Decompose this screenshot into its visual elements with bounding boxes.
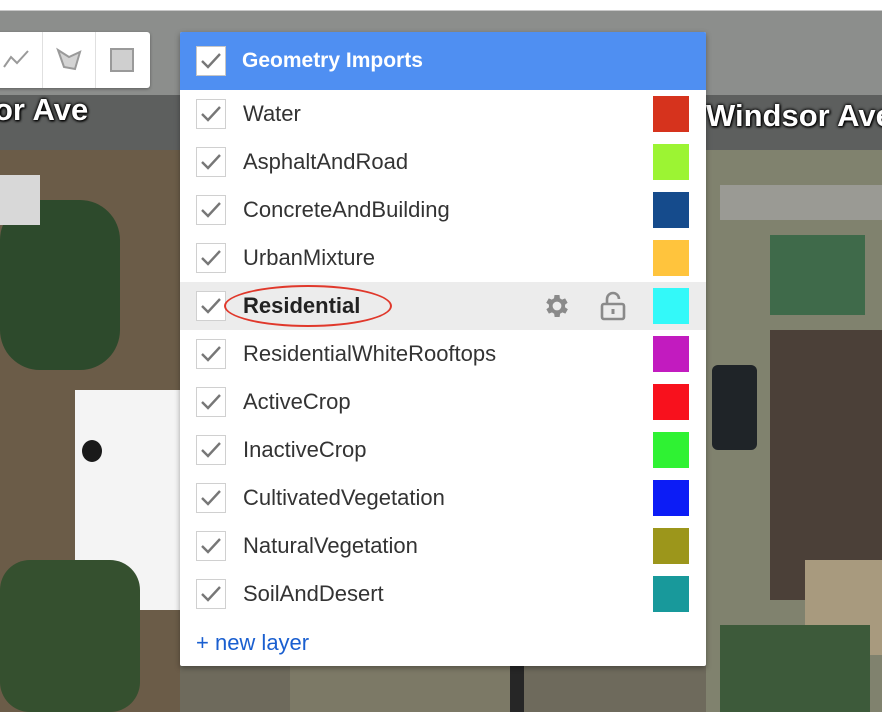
layer-row[interactable]: CultivatedVegetation — [180, 474, 706, 522]
polygon-icon — [56, 47, 82, 71]
layer-row[interactable]: Water — [180, 90, 706, 138]
layer-name[interactable]: CultivatedVegetation — [243, 485, 706, 511]
layer-row[interactable]: Residential — [180, 282, 706, 330]
layer-color-swatch[interactable] — [653, 576, 689, 612]
layer-row[interactable]: ConcreteAndBuilding — [180, 186, 706, 234]
layer-checkbox[interactable] — [196, 483, 226, 513]
layer-color-swatch[interactable] — [653, 336, 689, 372]
layer-name[interactable]: ActiveCrop — [243, 389, 706, 415]
layer-name[interactable]: NaturalVegetation — [243, 533, 706, 559]
layer-color-swatch[interactable] — [653, 288, 689, 324]
layer-name[interactable]: ConcreteAndBuilding — [243, 197, 706, 223]
layer-color-swatch[interactable] — [653, 432, 689, 468]
street-label-left: or Ave — [0, 92, 89, 127]
layer-color-swatch[interactable] — [653, 192, 689, 228]
checkmark-icon — [201, 154, 221, 170]
layer-checkbox[interactable] — [196, 147, 226, 177]
layer-color-swatch[interactable] — [653, 96, 689, 132]
layer-checkbox[interactable] — [196, 435, 226, 465]
drawing-toolbar — [0, 32, 150, 88]
layer-checkbox[interactable] — [196, 99, 226, 129]
top-bar — [0, 0, 882, 11]
layer-name[interactable]: SoilAndDesert — [243, 581, 706, 607]
layer-color-swatch[interactable] — [653, 144, 689, 180]
layer-row[interactable]: NaturalVegetation — [180, 522, 706, 570]
line-tool[interactable] — [0, 32, 42, 88]
checkmark-icon — [201, 394, 221, 410]
layer-name[interactable]: UrbanMixture — [243, 245, 706, 271]
select-all-checkbox[interactable] — [196, 46, 226, 76]
checkmark-icon — [201, 586, 221, 602]
layer-color-swatch[interactable] — [653, 384, 689, 420]
rectangle-icon — [110, 48, 134, 72]
layer-row[interactable]: SoilAndDesert — [180, 570, 706, 618]
layer-checkbox[interactable] — [196, 387, 226, 417]
street-label-right: Windsor Ave — [706, 98, 882, 133]
geometry-imports-panel: Geometry Imports Water AsphaltAndRoad Conc… — [180, 32, 706, 666]
layer-checkbox[interactable] — [196, 579, 226, 609]
layer-row[interactable]: UrbanMixture — [180, 234, 706, 282]
layer-checkbox[interactable] — [196, 243, 226, 273]
layer-name[interactable]: Water — [243, 101, 706, 127]
layer-list: Water AsphaltAndRoad ConcreteAndBuilding Ur… — [180, 90, 706, 618]
layer-checkbox[interactable] — [196, 195, 226, 225]
layer-name[interactable]: InactiveCrop — [243, 437, 706, 463]
checkmark-icon — [201, 298, 221, 314]
panel-title: Geometry Imports — [242, 49, 423, 72]
checkmark-icon — [201, 442, 221, 458]
highlight-annotation — [224, 285, 392, 327]
checkmark-icon — [201, 202, 221, 218]
checkmark-icon — [201, 346, 221, 362]
layer-name[interactable]: ResidentialWhiteRooftops — [243, 341, 706, 367]
checkmark-icon — [201, 538, 221, 554]
layer-color-swatch[interactable] — [653, 480, 689, 516]
layer-checkbox[interactable] — [196, 291, 226, 321]
layer-row[interactable]: ActiveCrop — [180, 378, 706, 426]
new-layer-link[interactable]: + new layer — [180, 618, 706, 666]
polyline-icon — [3, 50, 29, 68]
layer-row[interactable]: InactiveCrop — [180, 426, 706, 474]
layer-checkbox[interactable] — [196, 339, 226, 369]
layer-row[interactable]: ResidentialWhiteRooftops — [180, 330, 706, 378]
checkmark-icon — [201, 490, 221, 506]
rectangle-tool[interactable] — [95, 32, 148, 88]
checkmark-icon — [201, 53, 221, 69]
polygon-tool[interactable] — [42, 32, 95, 88]
layer-checkbox[interactable] — [196, 531, 226, 561]
checkmark-icon — [201, 250, 221, 266]
layer-name[interactable]: AsphaltAndRoad — [243, 149, 706, 175]
unlock-icon[interactable] — [598, 291, 628, 321]
panel-header: Geometry Imports — [180, 32, 706, 90]
layer-color-swatch[interactable] — [653, 528, 689, 564]
layer-color-swatch[interactable] — [653, 240, 689, 276]
checkmark-icon — [201, 106, 221, 122]
layer-row[interactable]: AsphaltAndRoad — [180, 138, 706, 186]
gear-icon[interactable] — [542, 291, 572, 321]
